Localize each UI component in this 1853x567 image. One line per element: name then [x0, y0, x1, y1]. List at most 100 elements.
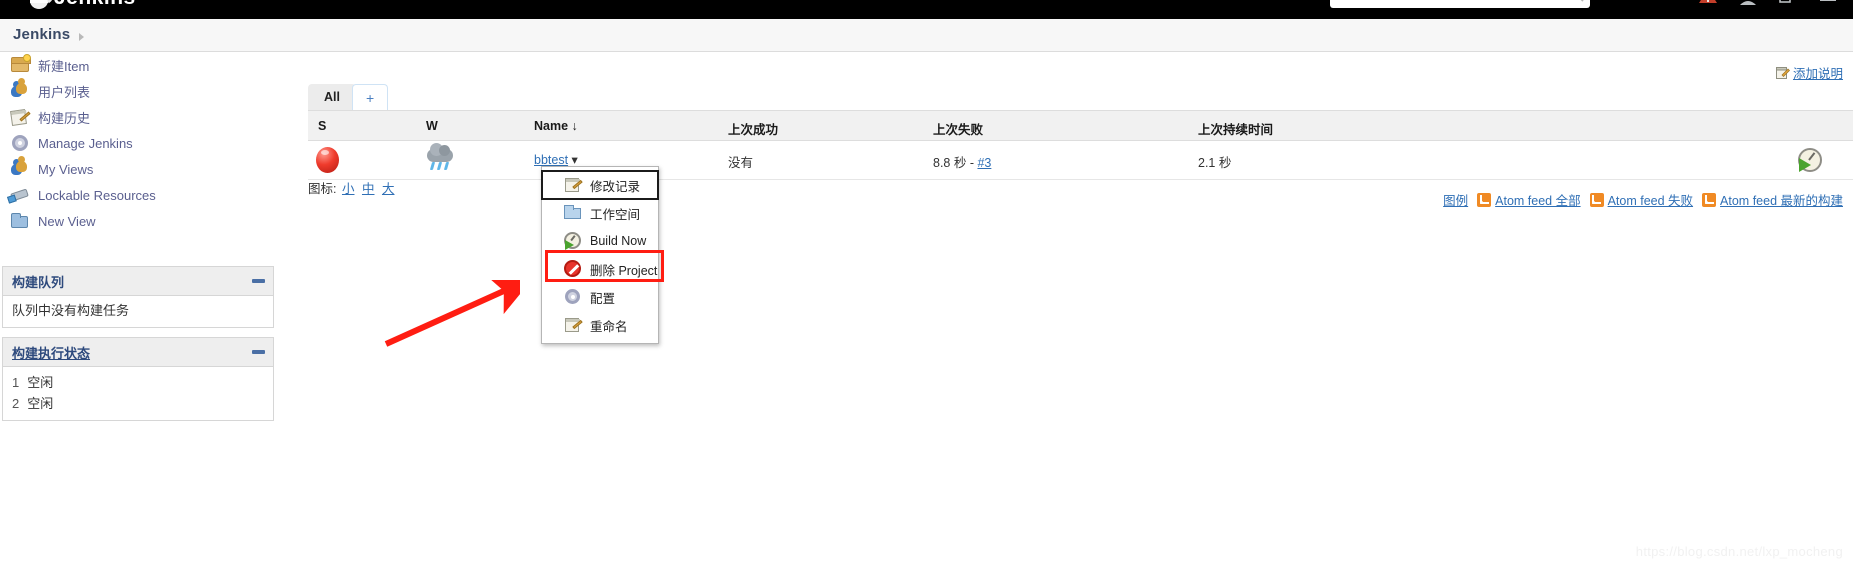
- logout-icon[interactable]: [1777, 0, 1799, 5]
- sidebar-item-label: Lockable Resources: [38, 187, 156, 203]
- executor-number: 1: [12, 375, 20, 390]
- breadcrumb-item-jenkins[interactable]: Jenkins: [13, 26, 70, 43]
- sidebar-item-label: New View: [38, 213, 96, 229]
- build-executor-title[interactable]: 构建执行状态: [12, 343, 90, 362]
- configure-gear-icon: [564, 288, 582, 306]
- context-menu-item-delete-project[interactable]: 删除 Project: [542, 255, 658, 283]
- top-bar-title[interactable]: Jenkins: [54, 0, 136, 10]
- context-menu-item-label: 重命名: [590, 319, 628, 334]
- icon-size-large[interactable]: 大: [382, 182, 395, 196]
- watermark: https://blog.csdn.net/lxp_mocheng: [1635, 544, 1843, 559]
- sidebar-item-manage-jenkins[interactable]: Manage Jenkins: [0, 130, 290, 156]
- schedule-build-icon[interactable]: [1797, 147, 1823, 173]
- edit-description-icon: [1775, 66, 1790, 80]
- column-header-last-success[interactable]: 上次成功: [728, 119, 778, 138]
- sidebar-item-lockable-resources[interactable]: Lockable Resources: [0, 182, 290, 208]
- delete-icon: [564, 260, 582, 278]
- sidebar-item-build-history[interactable]: 构建历史: [0, 104, 290, 130]
- build-executor-header: 构建执行状态: [3, 338, 273, 367]
- context-menu-item-configure[interactable]: 配置: [542, 283, 658, 311]
- breadcrumb-caret-icon[interactable]: [79, 33, 84, 41]
- context-menu-item-label: Build Now: [590, 234, 647, 248]
- user-icon[interactable]: [1737, 0, 1759, 5]
- rss-icon: [1589, 192, 1604, 207]
- atom-feed-all-label: Atom feed 全部: [1495, 194, 1581, 208]
- cell-last-failure-time: 8.8 秒 -: [933, 156, 978, 170]
- sidebar-item-new-view[interactable]: New View: [0, 208, 290, 234]
- folder-icon: [10, 211, 30, 231]
- notepad-pencil-icon: [10, 107, 31, 127]
- sidebar-item-new-item[interactable]: 新建Item: [0, 52, 290, 78]
- atom-feed-all-link[interactable]: Atom feed 全部: [1477, 190, 1581, 209]
- sidebar-item-my-views[interactable]: My Views: [0, 156, 290, 182]
- people-icon: [10, 156, 30, 179]
- red-ball-icon[interactable]: [316, 147, 339, 173]
- build-queue-title: 构建队列: [12, 274, 65, 290]
- workspace-folder-icon: [564, 204, 582, 222]
- search-input[interactable]: [1330, 0, 1590, 8]
- build-executor-body: 1 空闲 2 空闲: [3, 367, 273, 420]
- column-header-w[interactable]: W: [426, 119, 438, 133]
- top-bar: Jenkins: [0, 0, 1853, 19]
- menu-icon[interactable]: [1817, 0, 1839, 5]
- rss-icon: [1477, 192, 1492, 207]
- build-queue-empty-text: 队列中没有构建任务: [12, 303, 130, 318]
- column-header-last-duration[interactable]: 上次持续时间: [1198, 119, 1273, 138]
- jenkins-logo-icon: [26, 0, 54, 10]
- column-header-s[interactable]: S: [318, 119, 326, 133]
- tab-add-view[interactable]: +: [352, 84, 389, 110]
- people-icon: [10, 78, 30, 101]
- collapse-icon[interactable]: [252, 350, 265, 354]
- tab-all[interactable]: All: [308, 84, 356, 110]
- icon-size-medium[interactable]: 中: [362, 182, 375, 196]
- jobs-table-header: S W Name ↓ 上次成功 上次失败 上次持续时间: [308, 110, 1853, 141]
- atom-feed-failed-link[interactable]: Atom feed 失败: [1589, 190, 1694, 209]
- legend-link-label: 图例: [1443, 194, 1469, 208]
- context-menu-item-build-now[interactable]: Build Now: [542, 227, 658, 255]
- rss-icon: [1702, 192, 1717, 207]
- alert-icon[interactable]: [1697, 0, 1719, 5]
- executor-state: 空闲: [27, 396, 54, 411]
- sidebar-item-label: Manage Jenkins: [38, 135, 133, 151]
- top-bar-actions: [1697, 0, 1839, 8]
- executor-row: 2 空闲: [12, 393, 264, 414]
- cell-last-duration: 2.1 秒: [1198, 156, 1232, 170]
- sidebar-item-label: 新建Item: [38, 58, 90, 74]
- executor-row: 1 空闲: [12, 372, 264, 393]
- context-menu-item-changes[interactable]: 修改记录: [541, 170, 659, 200]
- add-description-label: 添加说明: [1792, 67, 1843, 81]
- context-menu-item-label: 修改记录: [590, 179, 641, 194]
- usb-key-icon: [10, 185, 30, 205]
- cell-last-success: 没有: [728, 156, 754, 170]
- rename-icon: [564, 316, 583, 334]
- build-queue-body: 队列中没有构建任务: [3, 296, 273, 327]
- storm-cloud-icon[interactable]: [426, 143, 456, 174]
- legend-link[interactable]: 图例: [1443, 190, 1468, 209]
- search-icon: [1570, 0, 1584, 2]
- atom-feed-failed-label: Atom feed 失败: [1607, 194, 1694, 208]
- column-header-name[interactable]: Name ↓: [534, 119, 578, 133]
- context-menu-item-label: 配置: [590, 291, 616, 306]
- build-queue-header: 构建队列: [3, 267, 273, 296]
- changes-icon: [564, 176, 583, 194]
- annotation-arrow-icon: [384, 280, 520, 347]
- view-tabs: All +: [308, 84, 1853, 110]
- atom-feed-latest-link[interactable]: Atom feed 最新的构建: [1702, 190, 1843, 209]
- context-menu-item-rename[interactable]: 重命名: [542, 311, 658, 339]
- collapse-icon[interactable]: [252, 279, 265, 283]
- table-row: bbtest ▾ 没有 8.8 秒 - #3 2.1 秒: [308, 141, 1853, 180]
- job-menu-caret-icon[interactable]: ▾: [572, 153, 578, 167]
- jobs-table: S W Name ↓ 上次成功 上次失败 上次持续时间 bbtest ▾ 没有 …: [308, 110, 1853, 180]
- job-name-link[interactable]: bbtest: [534, 153, 568, 167]
- icon-size-small[interactable]: 小: [342, 182, 355, 196]
- icon-size-prefix: 图标:: [308, 182, 337, 196]
- sidebar-item-users[interactable]: 用户列表: [0, 78, 290, 104]
- add-description-link[interactable]: 添加说明: [1775, 63, 1843, 82]
- context-menu-item-workspace[interactable]: 工作空间: [542, 199, 658, 227]
- column-header-last-failure[interactable]: 上次失败: [933, 119, 983, 138]
- cell-last-failure-build-link[interactable]: #3: [977, 156, 991, 170]
- sidebar-item-label: 用户列表: [38, 84, 91, 100]
- build-queue-panel: 构建队列 队列中没有构建任务: [2, 266, 274, 328]
- feed-links: 图例 Atom feed 全部 Atom feed 失败 Atom feed 最…: [1443, 190, 1843, 209]
- executor-number: 2: [12, 396, 20, 411]
